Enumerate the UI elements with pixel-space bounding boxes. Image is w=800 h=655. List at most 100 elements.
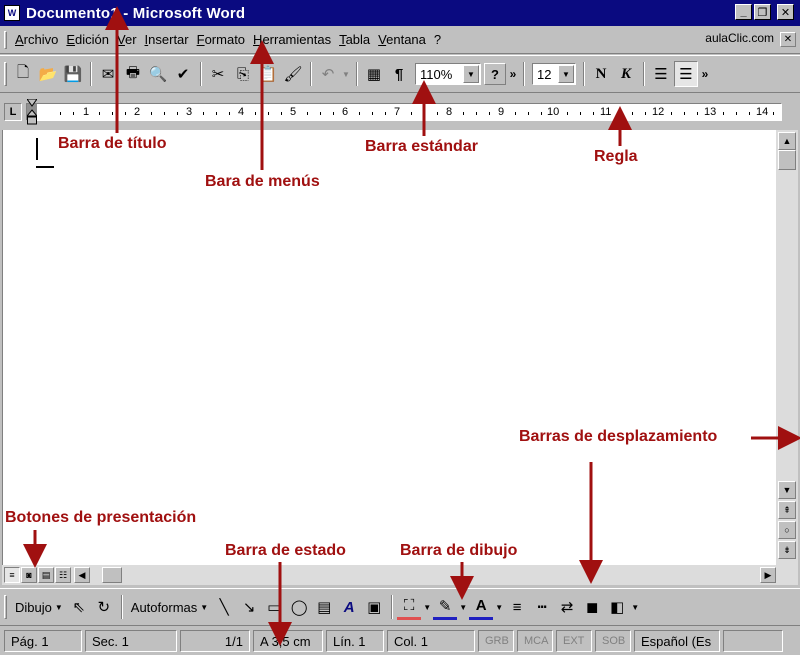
- status-line: Lín. 1: [326, 630, 384, 652]
- spelling-icon[interactable]: ✔: [171, 61, 195, 87]
- 3d-icon[interactable]: ◧: [605, 594, 629, 620]
- annotation-view-buttons: Botones de presentación: [5, 509, 197, 526]
- maximize-button[interactable]: ❐: [754, 4, 771, 20]
- print-layout-icon[interactable]: ▤: [38, 567, 54, 583]
- status-page: Pág. 1: [4, 630, 82, 652]
- arrow-icon[interactable]: ↘: [237, 594, 261, 620]
- outline-view-icon[interactable]: ☷: [55, 567, 71, 583]
- web-view-icon[interactable]: ◙: [21, 567, 37, 583]
- autoshapes-menu-button[interactable]: Autoformas ▼: [127, 600, 212, 615]
- align-left-icon[interactable]: ☰: [649, 61, 673, 87]
- status-language[interactable]: Español (Es: [634, 630, 720, 652]
- ruler-tick: [645, 112, 646, 115]
- toolbar-overflow-icon[interactable]: »: [507, 67, 519, 81]
- cut-icon[interactable]: ✂: [206, 61, 230, 87]
- oval-icon[interactable]: ◯: [287, 594, 311, 620]
- scroll-up-icon[interactable]: ▲: [778, 132, 796, 150]
- line-color-dropdown-icon[interactable]: ▼: [458, 594, 468, 620]
- copy-icon[interactable]: ⎘: [231, 61, 255, 87]
- scroll-left-icon[interactable]: ◀: [74, 567, 90, 583]
- toolbar-grip[interactable]: [4, 595, 7, 619]
- status-extend-selection[interactable]: EXT: [556, 630, 592, 652]
- clip-art-icon[interactable]: ▣: [362, 594, 386, 620]
- menu-edicion[interactable]: Edición: [62, 32, 113, 47]
- font-size-select[interactable]: 12 ▼: [532, 63, 576, 85]
- chevron-down-icon[interactable]: ▼: [463, 65, 479, 83]
- status-record-mode[interactable]: GRB: [478, 630, 514, 652]
- save-icon[interactable]: 💾: [61, 61, 85, 87]
- status-track-changes[interactable]: MCA: [517, 630, 553, 652]
- previous-page-icon[interactable]: ⇞: [778, 501, 796, 519]
- undo-dropdown-icon[interactable]: ▼: [341, 61, 351, 87]
- font-color-icon[interactable]: A: [469, 594, 494, 620]
- scroll-right-icon[interactable]: ▶: [760, 567, 776, 583]
- horizontal-scrollbar[interactable]: ≡ ◙ ▤ ☷ ◀ ▶: [2, 565, 798, 585]
- minimize-button[interactable]: _: [735, 4, 752, 20]
- font-color-dropdown-icon[interactable]: ▼: [494, 594, 504, 620]
- menu-archivo[interactable]: Archivo: [11, 32, 62, 47]
- menu-formato[interactable]: Formato: [193, 32, 249, 47]
- chevron-down-icon[interactable]: ▼: [558, 65, 574, 83]
- line-color-icon[interactable]: ✎: [433, 594, 458, 620]
- arrow-style-icon[interactable]: ⇄: [555, 594, 579, 620]
- menu-help[interactable]: ?: [430, 32, 445, 47]
- ruler-number: 5: [290, 106, 297, 118]
- email-icon[interactable]: ✉: [96, 61, 120, 87]
- menu-ventana[interactable]: Ventana: [374, 32, 430, 47]
- line-style-icon[interactable]: ≡: [505, 594, 529, 620]
- ruler-tick: [372, 112, 373, 115]
- rectangle-icon[interactable]: ▭: [262, 594, 286, 620]
- word-document-icon[interactable]: W: [4, 5, 20, 21]
- next-page-icon[interactable]: ⇟: [778, 541, 796, 559]
- menu-tabla[interactable]: Tabla: [335, 32, 374, 47]
- paste-icon[interactable]: 📋: [256, 61, 280, 87]
- indent-marker-icon[interactable]: [27, 99, 37, 125]
- toolbar-grip[interactable]: [4, 62, 7, 86]
- tab-selector[interactable]: L: [4, 103, 22, 121]
- justify-icon[interactable]: ☰: [674, 61, 698, 87]
- insert-table-icon[interactable]: ▦: [362, 61, 386, 87]
- ruler-strip[interactable]: 1 2 3 4 5 6 7 8 9 10 11 12 13 14: [26, 103, 782, 121]
- menu-ver[interactable]: Ver: [113, 32, 141, 47]
- shadow-icon[interactable]: ◼: [580, 594, 604, 620]
- zoom-select[interactable]: 110% ▼: [415, 63, 481, 85]
- ruler-tick: [580, 112, 581, 115]
- open-folder-icon[interactable]: 📂: [36, 61, 60, 87]
- line-icon[interactable]: ╲: [212, 594, 236, 620]
- text-box-icon[interactable]: ▤: [312, 594, 336, 620]
- ruler-tick: [164, 112, 165, 115]
- format-painter-icon[interactable]: 🖌: [281, 61, 305, 87]
- help-icon[interactable]: ?: [484, 63, 506, 85]
- more-buttons-icon[interactable]: ▼: [630, 594, 640, 620]
- bold-button[interactable]: N: [589, 61, 613, 87]
- menu-insertar[interactable]: Insertar: [141, 32, 193, 47]
- vertical-scrollbar[interactable]: ▲ ▼ ⇞ ○ ⇟: [776, 130, 798, 565]
- undo-icon[interactable]: ↶: [316, 61, 340, 87]
- new-document-icon[interactable]: 🗋: [11, 61, 35, 87]
- toolbar-overflow-icon[interactable]: »: [699, 67, 711, 81]
- ruler-number: 12: [652, 106, 665, 118]
- free-rotate-icon[interactable]: ↻: [92, 594, 116, 620]
- close-button[interactable]: ✕: [777, 4, 794, 20]
- scroll-down-icon[interactable]: ▼: [778, 481, 796, 499]
- vertical-scroll-thumb[interactable]: [778, 150, 796, 170]
- menu-grip[interactable]: [4, 30, 7, 49]
- italic-button[interactable]: K: [614, 61, 638, 87]
- menu-herramientas[interactable]: Herramientas: [249, 32, 335, 47]
- fill-color-icon[interactable]: ⛶: [397, 594, 422, 620]
- wordart-icon[interactable]: A: [337, 594, 361, 620]
- document-area[interactable]: [2, 130, 776, 565]
- select-objects-icon[interactable]: ⇖: [67, 594, 91, 620]
- browse-object-icon[interactable]: ○: [778, 521, 796, 539]
- print-preview-icon[interactable]: 🔍: [146, 61, 170, 87]
- horizontal-scroll-thumb[interactable]: [102, 567, 122, 583]
- fill-color-dropdown-icon[interactable]: ▼: [422, 594, 432, 620]
- normal-view-icon[interactable]: ≡: [4, 567, 20, 583]
- status-overtype[interactable]: SOB: [595, 630, 631, 652]
- close-document-button[interactable]: ✕: [780, 32, 796, 47]
- show-formatting-icon[interactable]: ¶: [387, 61, 411, 87]
- print-icon[interactable]: 🖶: [121, 61, 145, 87]
- toolbar-separator: [90, 62, 92, 86]
- dash-style-icon[interactable]: ┅: [530, 594, 554, 620]
- draw-menu-button[interactable]: Dibujo ▼: [11, 600, 67, 615]
